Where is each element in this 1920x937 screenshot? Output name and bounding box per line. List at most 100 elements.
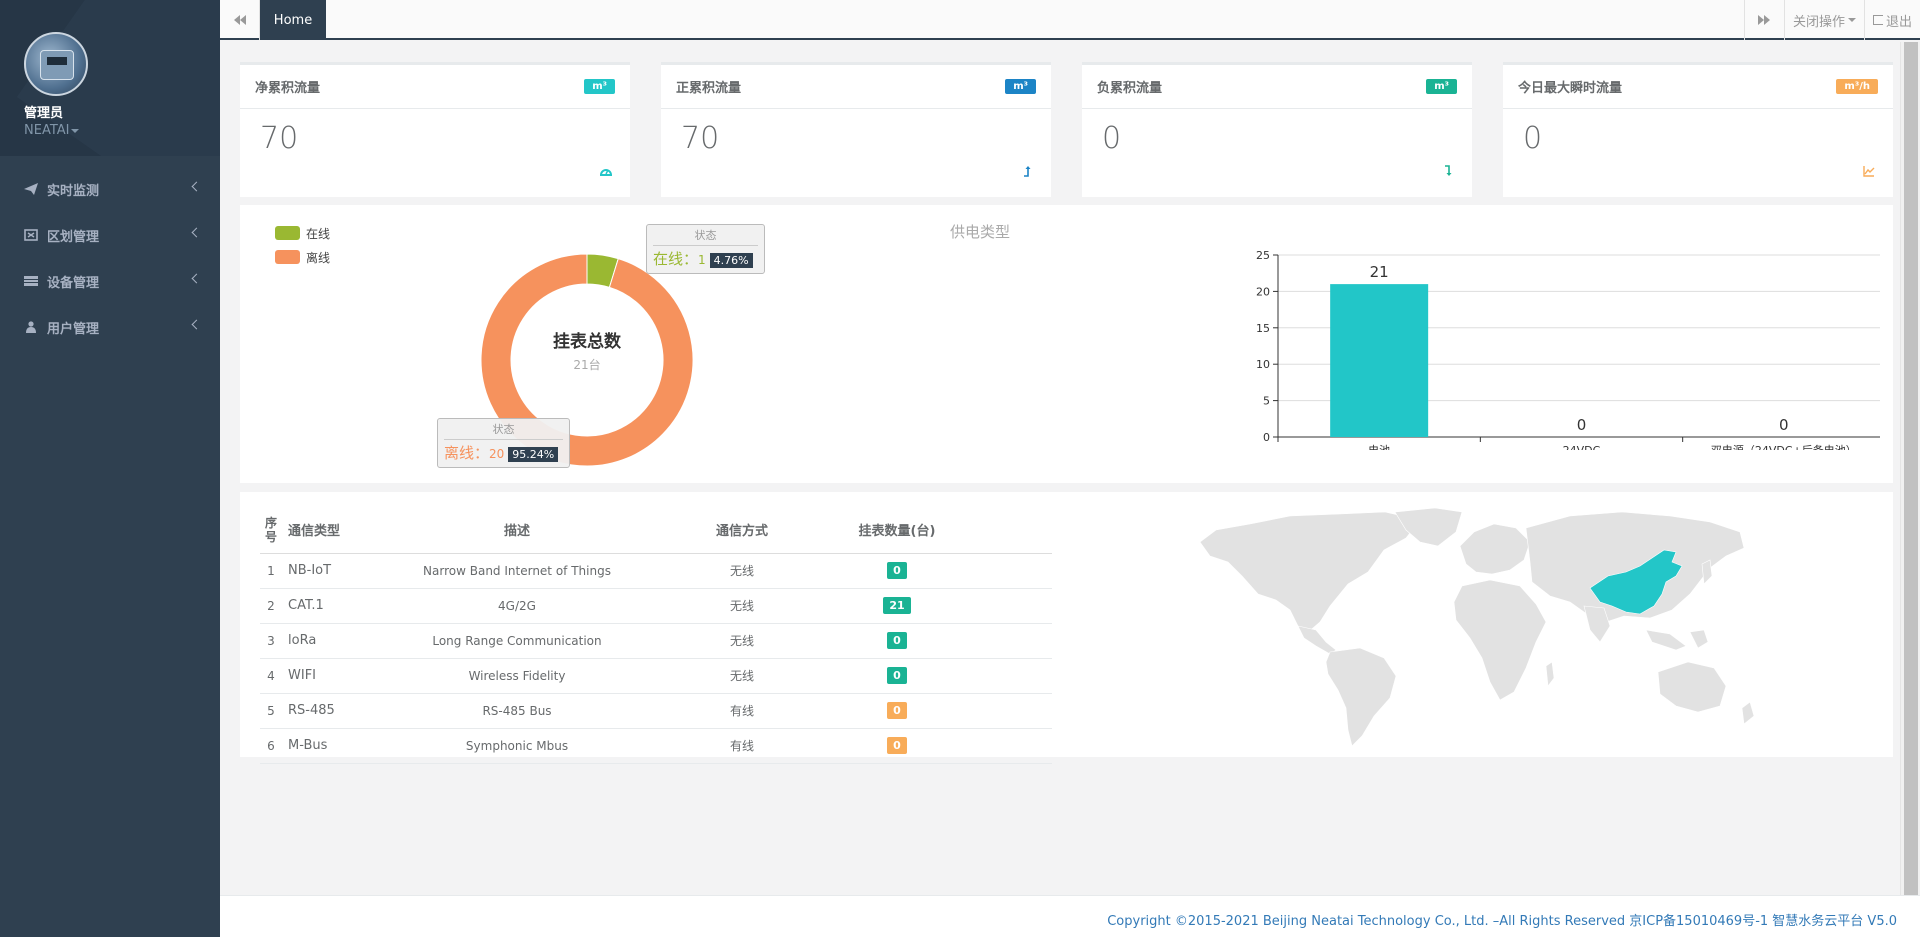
bar-0[interactable] [1330,284,1429,437]
bar-value-label: 0 [1779,416,1789,434]
y-tick-label: 25 [1256,250,1270,262]
tooltip-offline: 状态 离线：20 95.24% [437,418,570,468]
cell-index: 3 [260,623,282,659]
unit-badge: m³ [1426,79,1457,94]
bar-value-label: 0 [1577,416,1587,434]
caret-down-icon [71,128,80,133]
unit-badge: m³/h [1836,79,1878,94]
legend-item-online[interactable]: 在线 [275,221,330,245]
unit-badge: m³ [584,79,615,94]
main-content: 净累积流量 m³ 70 正累积流量 m³ 70 负累积流量 m³ 0 今日最大瞬时流量… [220,42,1920,937]
count-badge: 0 [887,702,907,719]
user-role-dropdown[interactable]: NEATAI [24,123,220,138]
sidebar-item-label: 区划管理 [47,229,100,245]
bar-value-label: 21 [1370,263,1389,281]
double-left-icon [233,15,246,25]
profile-panel: 管理员 NEATAI [0,0,220,156]
legend-item-offline[interactable]: 离线 [275,245,330,269]
cell-count: 0 [847,728,947,764]
world-map [1199,507,1755,747]
cell-spacer [947,553,1052,589]
stat-value: 0 [1523,121,1543,156]
cell-type: RS-485 [282,693,397,729]
tooltip-label: 离线： [444,444,490,462]
logout-button[interactable]: 退出 [1863,0,1920,40]
cell-spacer [947,623,1052,659]
chevron-left-icon [191,227,202,238]
cell-index: 6 [260,728,282,764]
close-operations-dropdown[interactable]: 关闭操作 [1783,0,1864,40]
cell-mode: 无线 [637,588,847,624]
count-badge: 21 [883,597,911,614]
chevron-left-icon [191,273,202,284]
count-badge: 0 [887,632,907,649]
sidebar: 管理员 NEATAI 实时监测 区划管理 设备管理 用户管理 [0,0,220,937]
stat-card-max-instant-flow: 今日最大瞬时流量 m³/h 0 [1503,62,1893,197]
cell-index: 4 [260,658,282,694]
avatar[interactable] [24,32,88,96]
tooltip-label: 在线： [653,250,699,268]
table-row: 4 WIFI Wireless Fidelity 无线 0 [260,658,1052,694]
sidebar-item-device[interactable]: 设备管理 [0,258,220,304]
cell-mode: 有线 [637,693,847,729]
stat-value: 0 [1102,121,1122,156]
cell-type: WIFI [282,658,397,694]
sidebar-item-realtime[interactable]: 实时监测 [0,166,220,212]
table-header-count: 挂表数量(台) [847,507,947,554]
chevron-left-icon [191,181,202,192]
unit-badge: m³ [1005,79,1036,94]
chevron-left-icon [191,319,202,330]
stat-title: 正累积流量 [676,81,742,96]
tooltip-percent: 95.24% [508,447,559,462]
level-up-icon [1024,166,1031,177]
y-tick-label: 20 [1256,285,1270,298]
area-chart-icon [1863,166,1875,177]
table-header-mode: 通信方式 [637,507,847,554]
user-name: 管理员 [24,106,64,121]
page-scrollbar[interactable] [1900,42,1920,897]
cell-spacer [947,588,1052,624]
user-role-label: NEATAI [24,123,70,138]
y-tick-label: 10 [1256,358,1270,371]
donut-center-subtitle: 21台 [573,358,601,372]
cell-index: 1 [260,553,282,589]
cell-count: 0 [847,693,947,729]
table-body: 1 NB-IoT Narrow Band Internet of Things 无线 0… [260,553,1052,764]
table-row: 2 CAT.1 4G/2G 无线 21 [260,588,1052,624]
sidebar-item-region[interactable]: 区划管理 [0,212,220,258]
cell-desc: 4G/2G [397,588,637,624]
tab-home[interactable]: Home [260,0,326,40]
sign-out-icon [1872,15,1883,25]
legend-swatch [275,226,300,240]
logout-label: 退出 [1885,14,1912,30]
tab-scroll-left-button[interactable] [220,0,260,40]
footer: Copyright ©2015-2021 Beijing Neatai Tech… [220,895,1920,937]
donut-legend: 在线 离线 [275,221,330,269]
cell-mode: 无线 [637,623,847,659]
cell-count: 0 [847,553,947,589]
map-icon [24,229,38,241]
cell-spacer [947,728,1052,764]
x-category-label: 24VDC [1563,444,1601,450]
stat-title: 负累积流量 [1097,81,1163,96]
cell-spacer [947,658,1052,694]
legend-label: 在线 [306,226,331,241]
table-header-type: 通信类型 [282,507,397,554]
tab-scroll-right-button[interactable] [1743,0,1784,40]
paper-plane-icon [24,183,38,195]
sidebar-item-user[interactable]: 用户管理 [0,304,220,350]
x-category-label: 电池 [1368,444,1390,450]
stat-title: 今日最大瞬时流量 [1518,81,1623,96]
y-tick-label: 5 [1263,395,1270,408]
count-badge: 0 [887,737,907,754]
comm-type-table: 序号 通信类型 描述 通信方式 挂表数量(台) 1 NB-IoT Narrow Ba… [260,507,1052,764]
cell-mode: 无线 [637,553,847,589]
cell-count: 0 [847,623,947,659]
tooltip-percent: 4.76% [709,253,753,268]
cell-desc: Wireless Fidelity [397,658,637,694]
dashboard-icon [600,169,612,176]
cell-index: 5 [260,693,282,729]
stat-title: 净累积流量 [255,81,321,96]
cell-count: 21 [847,588,947,624]
tooltip-title: 状态 [653,227,758,246]
